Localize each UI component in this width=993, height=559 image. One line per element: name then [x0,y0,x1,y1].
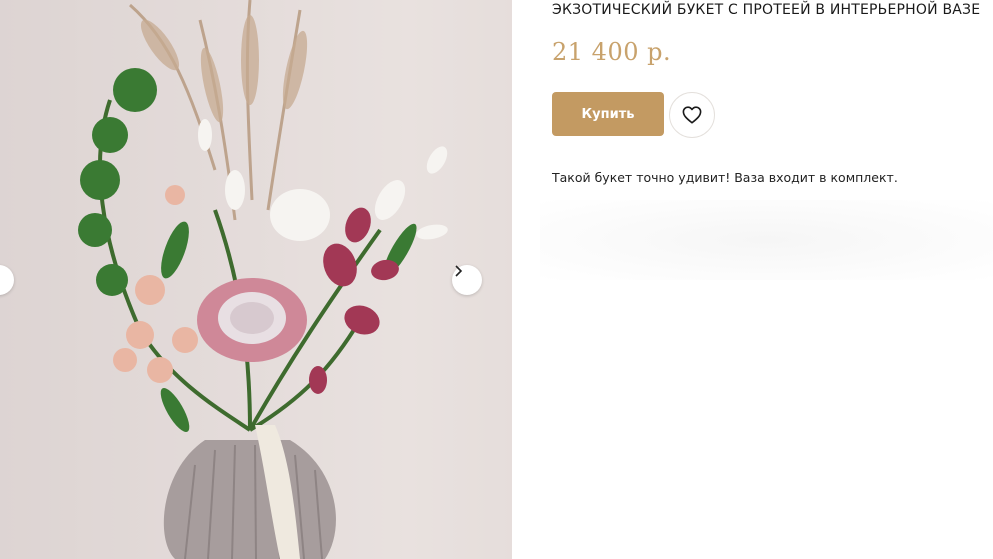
buy-button[interactable]: Купить [552,92,664,136]
loading-placeholder [540,200,993,280]
product-description: Такой букет точно удивит! Ваза входит в … [552,170,898,185]
product-photo [0,0,512,559]
product-gallery [0,0,512,559]
product-title: ЭКЗОТИЧЕСКИЙ БУКЕТ С ПРОТЕЕЙ В ИНТЕРЬЕРН… [552,2,981,18]
product-price: 21 400 р. [552,38,672,66]
favorite-button[interactable] [669,92,715,138]
chevron-right-icon [455,265,463,277]
gallery-next-button[interactable] [452,265,482,295]
heart-icon [682,106,702,124]
